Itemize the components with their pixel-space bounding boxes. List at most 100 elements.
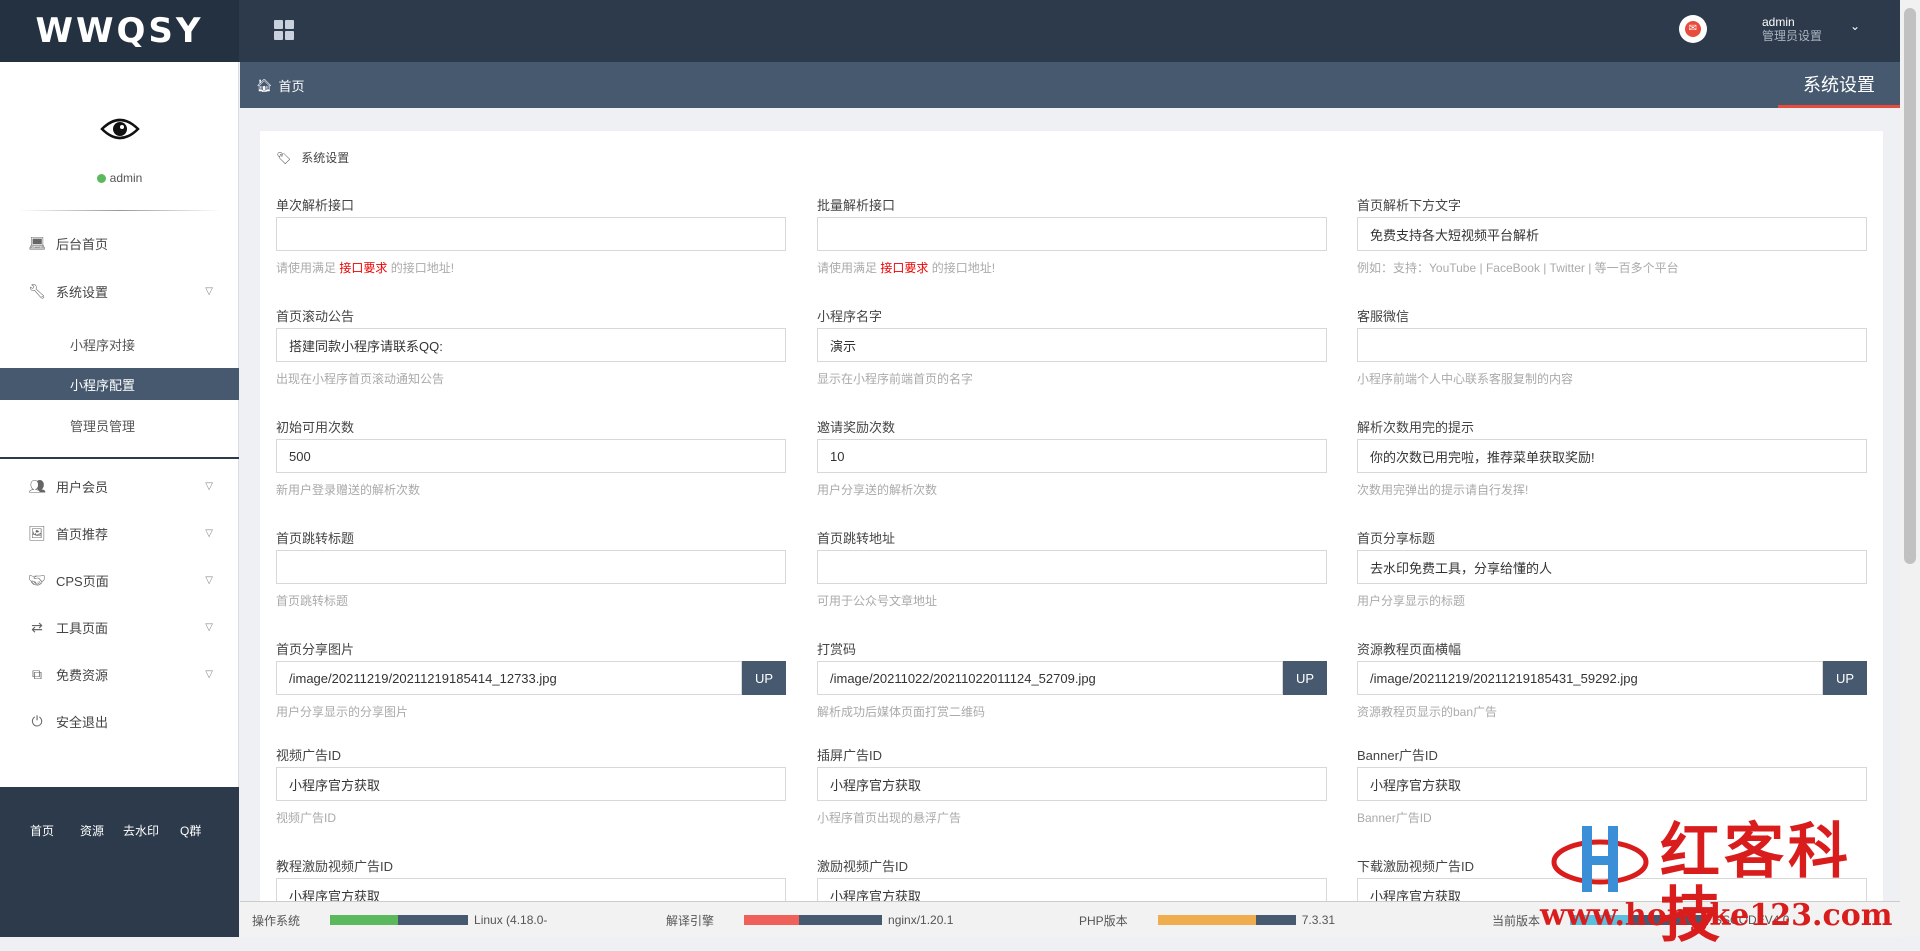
tab-system-settings[interactable]: 系统设置 [1778,62,1900,108]
field-tutorial-banner: 资源教程页面横幅 UP 资源教程页显示的ban广告 [1357,639,1867,720]
home-text-input[interactable] [1357,217,1867,251]
wrench-icon: 🔧︎ [28,282,46,299]
upload-button[interactable]: UP [1823,661,1867,695]
user-menu[interactable]: admin 管理员设置 [1762,15,1822,43]
nav-label: CPS页面 [56,573,109,589]
eye-icon [100,118,140,140]
scroll-notice-input[interactable] [276,328,786,362]
field-jump-title: 首页跳转标题 首页跳转标题 [276,528,786,609]
used-up-tip-input[interactable] [1357,439,1867,473]
chevron-down-icon: ▽ [205,574,213,586]
brand-logo[interactable]: WWQSY [0,0,239,62]
user-role: 管理员设置 [1762,29,1823,43]
status-value: 7.3.31 [1301,913,1336,927]
nav-tools-page[interactable]: ⇄ 工具页面 ▽ [0,606,239,648]
mail-icon[interactable]: ✉ [1679,15,1707,43]
upload-button[interactable]: UP [742,661,786,695]
field-label: 首页分享标题 [1357,531,1436,546]
banner-ad-input[interactable] [1357,767,1867,801]
version-progress-bar [1570,915,1709,925]
footer-link-watermark[interactable]: 去水印 [123,822,159,839]
help-text: 的接口地址! [928,261,996,275]
single-api-input[interactable] [276,217,786,251]
field-label: 初始可用次数 [276,420,355,435]
chevron-down-icon: ▽ [205,668,213,680]
field-help: 例如：支持：YouTube | FaceBook | Twitter | 等一百… [1357,261,1679,275]
status-label: PHP版本 [1079,913,1128,928]
footer-link-qq-group[interactable]: Q群 [180,822,201,839]
share-image-input[interactable] [276,661,742,695]
help-text: 请使用满足 [817,261,881,275]
menu-grid-icon[interactable] [274,20,294,40]
page-scrollbar[interactable] [1900,0,1920,937]
invite-reward-input[interactable] [817,439,1327,473]
nav-cps-page[interactable]: 🤝︎ CPS页面 ▽ [0,559,239,601]
field-help: 可用于公众号文章地址 [817,594,938,608]
top-bar: WWQSY ✉ admin 管理员设置 ⌄ [0,0,1900,62]
status-value: Linux (4.18.0- [474,913,548,927]
field-help: 视频广告ID [276,811,337,825]
status-engine: 解译引擎 nginx/1.20.1 [666,902,953,938]
sub-nav-label: 小程序对接 [70,337,136,353]
share-title-input[interactable] [1357,550,1867,584]
interstitial-ad-input[interactable] [817,767,1327,801]
status-label: 操作系统 [252,913,301,928]
jump-title-input[interactable] [276,550,786,584]
users-icon: 👥︎ [28,477,46,494]
nav-admin-home[interactable]: 💻︎ 后台首页 [0,222,239,264]
sub-nav-label: 小程序配置 [70,377,136,393]
admin-status: admin [0,171,239,185]
sub-nav-miniapp-config[interactable]: 小程序配置 [0,368,239,400]
jump-url-input[interactable] [817,550,1327,584]
field-service-wechat: 客服微信 小程序前端个人中心联系客服复制的内容 [1357,306,1867,387]
breadcrumb[interactable]: 🏠︎ 首页 [256,76,305,95]
upload-button[interactable]: UP [1283,661,1327,695]
footer-link-resources[interactable]: 资源 [80,822,104,839]
status-php: PHP版本 7.3.31 [1079,902,1335,938]
mini-name-input[interactable] [817,328,1327,362]
help-text: 的接口地址! [387,261,455,275]
nav-label: 免费资源 [56,667,109,683]
nav-system-settings[interactable]: 🔧︎ 系统设置 ▽ [0,270,239,312]
init-count-input[interactable] [276,439,786,473]
api-requirements-link[interactable]: 接口要求 [339,261,387,275]
sub-nav-miniapp-connect[interactable]: 小程序对接 [0,328,239,360]
video-ad-input[interactable] [276,767,786,801]
reward-code-input[interactable] [817,661,1283,695]
field-label: 小程序名字 [817,309,883,324]
field-label: 插屏广告ID [817,748,883,763]
status-label: 当前版本 [1492,913,1541,928]
field-label: 资源教程页面横幅 [1357,642,1462,657]
nav-free-resources[interactable]: ⧉ 免费资源 ▽ [0,653,239,695]
nav-home-recommend[interactable]: 🖼︎ 首页推荐 ▽ [0,512,239,554]
chevron-down-icon: ▽ [205,285,213,297]
nav-logout[interactable]: ⏻ 安全退出 [0,700,239,742]
chevron-down-icon[interactable]: ⌄ [1850,19,1860,33]
status-bar: 操作系统 Linux (4.18.0- 解译引擎 nginx/1.20.1 PH… [240,901,1900,937]
field-label: 首页跳转标题 [276,531,355,546]
sidebar: admin 💻︎ 后台首页 🔧︎ 系统设置 ▽ 小程序对接 小程序配置 管理员管理 👥… [0,62,239,937]
sub-nav-admin-manage[interactable]: 管理员管理 [0,409,239,441]
service-wechat-input[interactable] [1357,328,1867,362]
footer-link-home[interactable]: 首页 [30,822,54,839]
upload-row: UP [1357,661,1867,695]
tutorial-banner-input[interactable] [1357,661,1823,695]
laptop-icon: 💻︎ [28,234,46,251]
field-help: 用户分享送的解析次数 [817,483,938,497]
field-help: 次数用完弹出的提示请自行发挥! [1357,483,1529,497]
batch-api-input[interactable] [817,217,1327,251]
breadcrumb-home: 首页 [278,79,305,94]
field-batch-api: 批量解析接口 请使用满足 接口要求 的接口地址! [817,195,1327,276]
field-help: 出现在小程序首页滚动通知公告 [276,372,445,386]
scrollbar-thumb[interactable] [1904,8,1916,564]
settings-panel: 🏷︎ 系统设置 单次解析接口 请使用满足 接口要求 的接口地址! 批量解析接口 请… [260,131,1883,912]
status-version: 当前版本 SSCODEV4.0 [1492,902,1789,938]
field-jump-url: 首页跳转地址 可用于公众号文章地址 [817,528,1327,609]
field-help: 用户分享显示的分享图片 [276,705,409,719]
nav-label: 首页推荐 [56,526,109,542]
field-label: 首页滚动公告 [276,309,355,324]
field-share-image: 首页分享图片 UP 用户分享显示的分享图片 [276,639,786,720]
nav-user-members[interactable]: 👥︎ 用户会员 ▽ [0,465,239,507]
api-requirements-link[interactable]: 接口要求 [880,261,928,275]
status-label: 解译引擎 [666,913,715,928]
